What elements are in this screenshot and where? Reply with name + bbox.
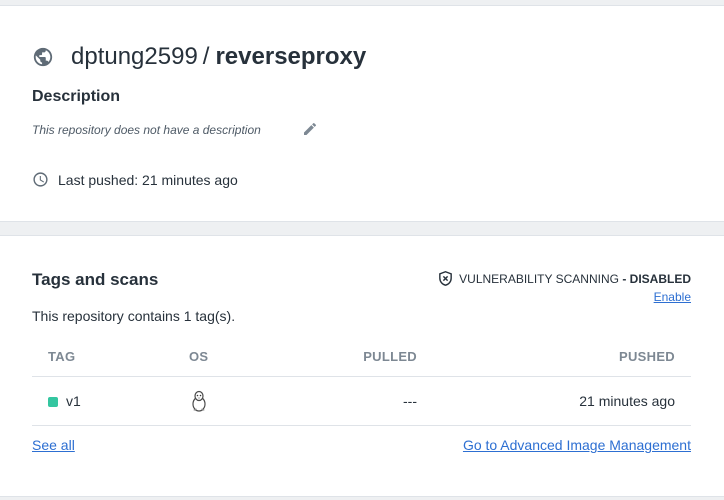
tag-cell: v1 bbox=[32, 376, 189, 426]
see-all-link[interactable]: See all bbox=[32, 437, 75, 453]
description-heading: Description bbox=[32, 88, 121, 105]
last-pushed-text: Last pushed: 21 minutes ago bbox=[58, 171, 238, 188]
pushed-cell: 21 minutes ago bbox=[417, 376, 691, 426]
tag-status-dot bbox=[48, 396, 58, 407]
tags-table: TAG OS PULLED PUSHED v1 --- 21 minutes a… bbox=[32, 338, 691, 426]
column-os: OS bbox=[189, 338, 349, 377]
repository-title: dptung2599 / reverseproxy bbox=[32, 42, 366, 72]
title-separator: / bbox=[202, 43, 210, 70]
description-text: This repository does not have a descript… bbox=[32, 123, 261, 137]
vulnerability-label: VULNERABILITY SCANNING bbox=[459, 271, 619, 286]
vulnerability-separator: - bbox=[618, 271, 630, 286]
pulled-cell: --- bbox=[349, 376, 417, 426]
advanced-image-management-link[interactable]: Go to Advanced Image Management bbox=[463, 437, 691, 453]
column-tag: TAG bbox=[32, 338, 189, 377]
repository-namespace[interactable]: dptung2599 bbox=[71, 43, 198, 71]
tags-and-scans-card: Tags and scans VULNERABILITY SCANNING - … bbox=[0, 235, 724, 497]
pencil-icon[interactable] bbox=[302, 121, 318, 137]
vulnerability-status: DISABLED bbox=[629, 271, 691, 286]
clock-icon bbox=[32, 171, 49, 188]
last-pushed: Last pushed: 21 minutes ago bbox=[32, 171, 238, 188]
repository-name: reverseproxy bbox=[215, 43, 367, 70]
tags-count: This repository contains 1 tag(s). bbox=[32, 308, 236, 324]
os-cell bbox=[189, 376, 349, 426]
vulnerability-scanning-status: VULNERABILITY SCANNING - DISABLED bbox=[437, 270, 691, 287]
tag-name-link[interactable]: v1 bbox=[66, 393, 81, 409]
column-pulled: PULLED bbox=[349, 338, 417, 377]
enable-scanning-link[interactable]: Enable bbox=[654, 290, 691, 304]
globe-icon bbox=[32, 46, 54, 68]
repository-info-card: dptung2599 / reverseproxy Description Th… bbox=[0, 5, 724, 222]
linux-tux-icon bbox=[190, 390, 208, 412]
table-row: v1 --- 21 minutes ago bbox=[32, 376, 691, 426]
tags-table-header: TAG OS PULLED PUSHED bbox=[32, 338, 691, 377]
column-pushed: PUSHED bbox=[417, 338, 691, 377]
shield-icon bbox=[437, 270, 454, 287]
tags-heading: Tags and scans bbox=[32, 270, 159, 289]
